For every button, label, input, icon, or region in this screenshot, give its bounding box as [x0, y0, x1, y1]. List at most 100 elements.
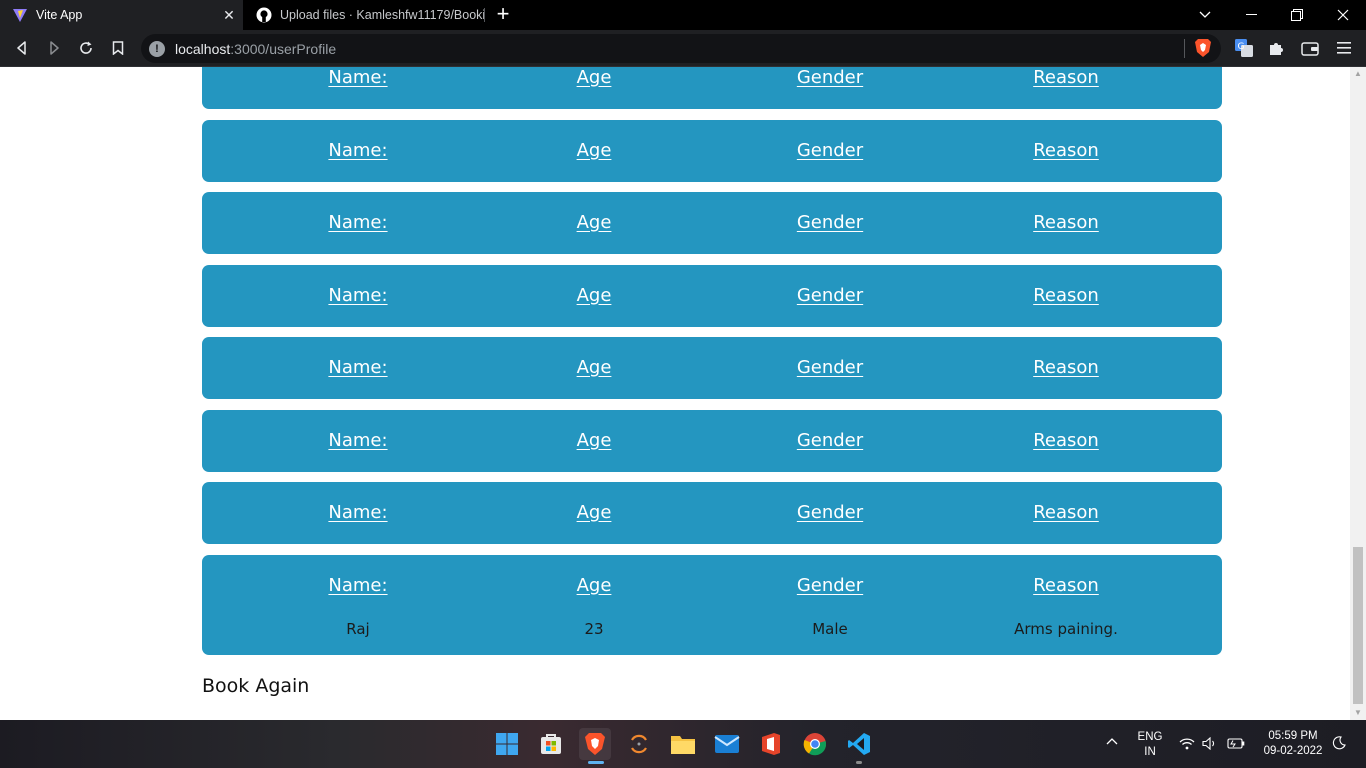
- card-header-row: Name: Age Gender Reason: [202, 140, 1222, 170]
- tab-search-chevron-icon[interactable]: [1182, 0, 1228, 30]
- gender-header-link[interactable]: Gender: [730, 502, 930, 523]
- booking-card: Name: Age Gender Reason: [202, 192, 1222, 254]
- name-header-link[interactable]: Name:: [258, 212, 458, 233]
- age-header-link[interactable]: Age: [494, 357, 694, 378]
- booking-card: Name: Age Gender Reason Raj 23 Male Arms painin…: [202, 555, 1222, 655]
- menu-icon[interactable]: [1334, 38, 1354, 58]
- reason-header-link[interactable]: Reason: [966, 67, 1166, 88]
- address-bar[interactable]: ! localhost :3000/userProfile: [141, 34, 1221, 63]
- name-header-link[interactable]: Name:: [258, 285, 458, 306]
- tab-separator: [484, 8, 485, 22]
- page-scrollbar[interactable]: ▲ ▼: [1350, 67, 1366, 720]
- gender-header-link[interactable]: Gender: [730, 357, 930, 378]
- app-icon[interactable]: [623, 728, 655, 760]
- github-icon: [256, 7, 272, 23]
- minimize-button[interactable]: [1228, 0, 1274, 30]
- booking-card: Name: Age Gender Reason: [202, 410, 1222, 472]
- age-header-link[interactable]: Age: [494, 575, 694, 596]
- close-window-button[interactable]: [1320, 0, 1366, 30]
- patient-age: 23: [584, 620, 604, 638]
- clock-date: 09-02-2022: [1263, 745, 1323, 757]
- gender-header-link[interactable]: Gender: [730, 575, 930, 596]
- volume-icon[interactable]: [1202, 736, 1218, 753]
- reason-header-link[interactable]: Reason: [966, 430, 1166, 451]
- card-value-row: Raj 23 Male Arms paining.: [202, 620, 1222, 650]
- microsoft-store-icon[interactable]: [535, 728, 567, 760]
- gender-header-link[interactable]: Gender: [730, 67, 930, 88]
- book-again-link[interactable]: Book Again: [202, 675, 309, 697]
- reason-header-link[interactable]: Reason: [966, 140, 1166, 161]
- age-header-link[interactable]: Age: [494, 212, 694, 233]
- name-header-link[interactable]: Name:: [258, 575, 458, 596]
- gender-header-link[interactable]: Gender: [730, 140, 930, 161]
- brave-shields-icon[interactable]: [1194, 38, 1212, 63]
- forward-button[interactable]: [41, 36, 67, 60]
- office-icon[interactable]: [755, 728, 787, 760]
- brave-icon[interactable]: [579, 728, 611, 760]
- age-header-link[interactable]: Age: [494, 502, 694, 523]
- focus-assist-moon-icon[interactable]: [1332, 736, 1346, 753]
- booking-card: Name: Age Gender Reason: [202, 337, 1222, 399]
- gender-header-link[interactable]: Gender: [730, 212, 930, 233]
- page-viewport: Name: Age Gender Reason Name: Age Gender Reason…: [0, 67, 1350, 720]
- name-header-link[interactable]: Name:: [258, 140, 458, 161]
- age-header-link[interactable]: Age: [494, 430, 694, 451]
- back-button[interactable]: [9, 36, 35, 60]
- tab-upload-files[interactable]: Upload files · Kamleshfw11179/Bookin: [244, 0, 484, 30]
- wallet-icon[interactable]: [1300, 38, 1320, 58]
- booking-card: Name: Age Gender Reason: [202, 482, 1222, 544]
- reason-header-link[interactable]: Reason: [966, 357, 1166, 378]
- new-tab-button[interactable]: +: [492, 3, 514, 27]
- patient-name: Raj: [346, 620, 370, 638]
- card-header-row: Name: Age Gender Reason: [202, 285, 1222, 315]
- close-tab-icon[interactable]: ✕: [219, 7, 239, 24]
- show-hidden-icons-chevron-icon[interactable]: [1106, 736, 1118, 748]
- scroll-up-icon[interactable]: ▲: [1350, 67, 1366, 81]
- name-header-link[interactable]: Name:: [258, 502, 458, 523]
- site-info-icon[interactable]: !: [149, 40, 165, 57]
- vscode-icon[interactable]: [843, 728, 875, 760]
- wifi-icon[interactable]: [1179, 737, 1195, 753]
- reload-button[interactable]: [73, 36, 99, 60]
- language-indicator[interactable]: ENG IN: [1135, 730, 1165, 760]
- name-header-link[interactable]: Name:: [258, 357, 458, 378]
- reason-header-link[interactable]: Reason: [966, 285, 1166, 306]
- url-path: :3000/userProfile: [230, 40, 337, 57]
- card-header-row: Name: Age Gender Reason: [202, 430, 1222, 460]
- gender-header-link[interactable]: Gender: [730, 285, 930, 306]
- svg-text:G: G: [1238, 42, 1245, 52]
- chrome-icon[interactable]: [799, 728, 831, 760]
- age-header-link[interactable]: Age: [494, 140, 694, 161]
- gender-header-link[interactable]: Gender: [730, 430, 930, 451]
- battery-icon[interactable]: [1227, 738, 1245, 752]
- scrollbar-thumb[interactable]: [1353, 547, 1363, 704]
- extensions-icon[interactable]: [1266, 38, 1286, 58]
- booking-card: Name: Age Gender Reason: [202, 67, 1222, 109]
- language-code: ENG: [1137, 731, 1163, 743]
- windows-taskbar: ENG IN 05:59 PM 09-02-2022: [0, 720, 1366, 768]
- age-header-link[interactable]: Age: [494, 285, 694, 306]
- mail-icon[interactable]: [711, 728, 743, 760]
- clock[interactable]: 05:59 PM 09-02-2022: [1258, 729, 1328, 759]
- card-header-row: Name: Age Gender Reason: [202, 357, 1222, 387]
- reason-header-link[interactable]: Reason: [966, 502, 1166, 523]
- app-running-indicator: [856, 761, 862, 764]
- name-header-link[interactable]: Name:: [258, 430, 458, 451]
- reason-header-link[interactable]: Reason: [966, 575, 1166, 596]
- restore-button[interactable]: [1274, 0, 1320, 30]
- name-header-link[interactable]: Name:: [258, 67, 458, 88]
- scroll-down-icon[interactable]: ▼: [1350, 706, 1366, 720]
- active-app-indicator: [588, 761, 604, 764]
- file-explorer-icon[interactable]: [667, 728, 699, 760]
- bookmark-icon[interactable]: [105, 36, 131, 60]
- reason-header-link[interactable]: Reason: [966, 212, 1166, 233]
- tab-strip: Vite App ✕ Upload files · Kamleshfw11179…: [0, 0, 1366, 30]
- tab-vite-app[interactable]: Vite App ✕: [0, 0, 243, 30]
- card-header-row: Name: Age Gender Reason: [202, 502, 1222, 532]
- age-header-link[interactable]: Age: [494, 67, 694, 88]
- google-translate-icon[interactable]: G: [1234, 38, 1254, 58]
- booking-card: Name: Age Gender Reason: [202, 265, 1222, 327]
- card-header-row: Name: Age Gender Reason: [202, 67, 1222, 97]
- windows-start-icon[interactable]: [491, 728, 523, 760]
- browser-toolbar: ! localhost :3000/userProfile G: [0, 30, 1366, 67]
